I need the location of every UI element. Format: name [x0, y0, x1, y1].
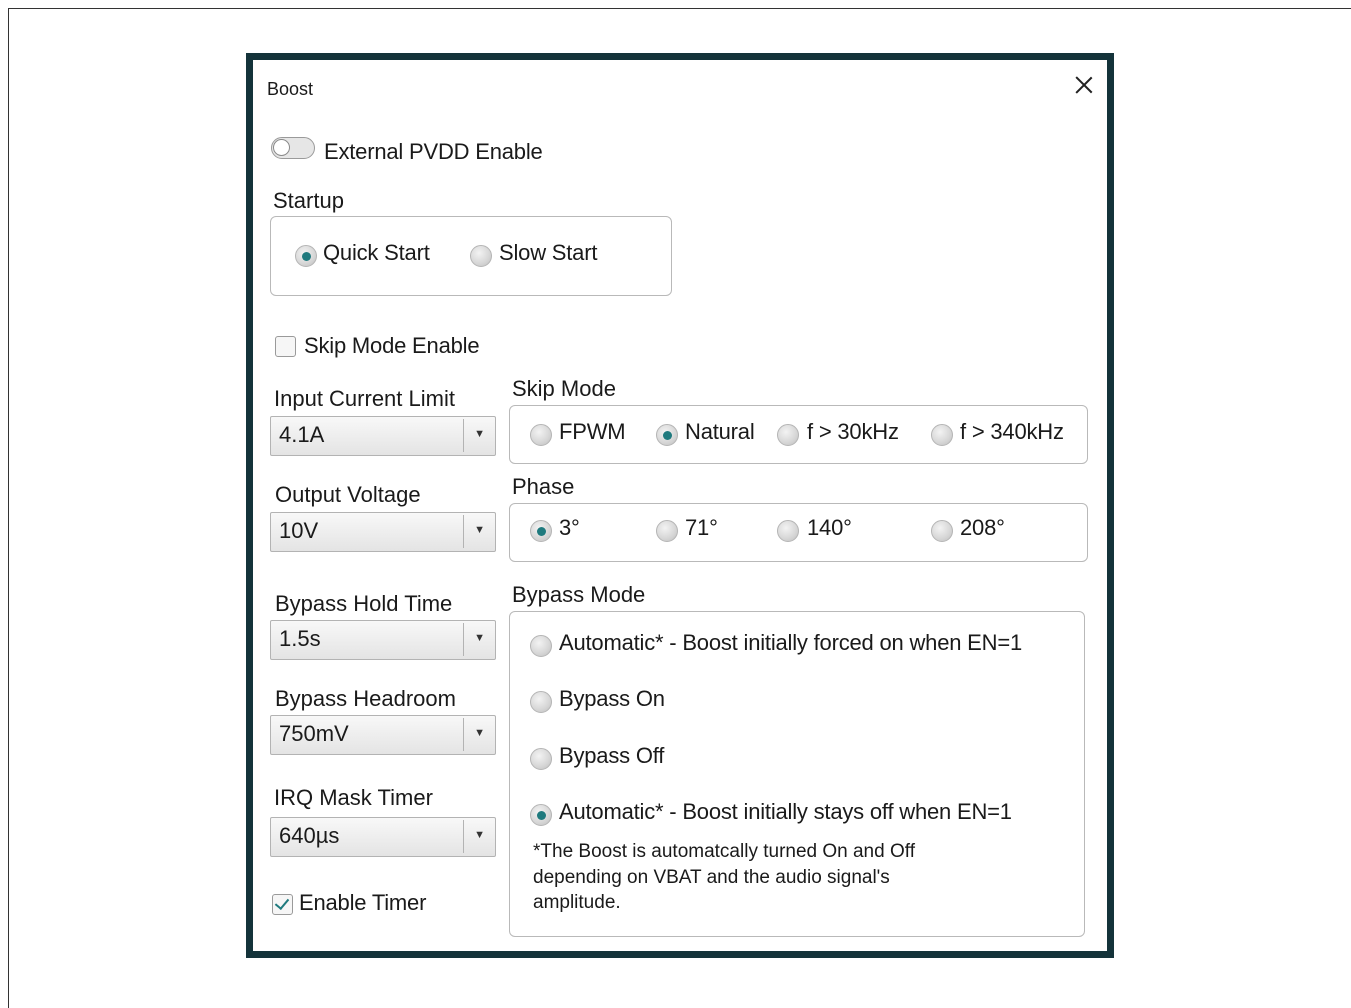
quick-start-label: Quick Start — [323, 240, 430, 265]
note-line: *The Boost is automatcally turned On and… — [533, 841, 915, 862]
slow-start-label: Slow Start — [499, 240, 598, 265]
select-divider — [463, 515, 464, 548]
phase-3-label: 3° — [559, 515, 580, 540]
bypass-auto-forced-on-radio[interactable] — [530, 635, 552, 657]
skip-mode-enable-checkbox[interactable] — [275, 336, 296, 357]
note-line: amplitude. — [533, 892, 621, 913]
select-divider — [463, 419, 464, 452]
close-icon[interactable] — [1071, 72, 1097, 98]
f-30khz-label: f > 30kHz — [807, 419, 899, 444]
bypass-hold-time-select[interactable]: 1.5s ▼ — [270, 620, 496, 660]
phase-heading: Phase — [512, 474, 575, 499]
skip-mode-enable-label: Skip Mode Enable — [304, 333, 480, 358]
quick-start-radio[interactable] — [295, 245, 317, 267]
phase-140-radio[interactable] — [777, 520, 799, 542]
bypass-off-radio[interactable] — [530, 748, 552, 770]
startup-heading: Startup — [273, 188, 344, 213]
input-current-limit-value: 4.1A — [279, 422, 325, 447]
startup-group: Quick Start Slow Start — [270, 216, 672, 296]
select-divider — [463, 820, 464, 853]
input-current-limit-select[interactable]: 4.1A ▼ — [270, 416, 496, 456]
chevron-down-icon[interactable]: ▼ — [474, 632, 485, 644]
bypass-on-label: Bypass On — [559, 686, 665, 711]
skip-mode-group: FPWM Natural f > 30kHz f > 340kHz — [509, 405, 1088, 464]
phase-group: 3° 71° 140° 208° — [509, 503, 1088, 562]
dialog-title: Boost — [267, 79, 314, 99]
bypass-mode-group: Automatic* - Boost initially forced on w… — [509, 611, 1085, 937]
bypass-headroom-label: Bypass Headroom — [275, 686, 456, 711]
chevron-down-icon[interactable]: ▼ — [474, 829, 485, 841]
toggle-knob — [273, 139, 290, 156]
bypass-auto-forced-on-label: Automatic* - Boost initially forced on w… — [559, 630, 1023, 655]
select-divider — [463, 718, 464, 751]
bypass-off-label: Bypass Off — [559, 743, 665, 768]
f-340khz-label: f > 340kHz — [960, 419, 1064, 444]
note-line: depending on VBAT and the audio signal's — [533, 866, 890, 888]
phase-208-radio[interactable] — [931, 520, 953, 542]
irq-mask-timer-label: IRQ Mask Timer — [274, 785, 433, 810]
chevron-down-icon[interactable]: ▼ — [474, 428, 485, 440]
natural-label: Natural — [685, 419, 755, 444]
phase-140-label: 140° — [807, 515, 852, 540]
natural-radio[interactable] — [656, 424, 678, 446]
bypass-on-radio[interactable] — [530, 691, 552, 713]
bypass-hold-time-label: Bypass Hold Time — [275, 591, 453, 616]
external-pvdd-label: External PVDD Enable — [324, 139, 543, 164]
phase-208-label: 208° — [960, 515, 1005, 540]
chevron-down-icon[interactable]: ▼ — [474, 524, 485, 536]
fpwm-radio[interactable] — [530, 424, 552, 446]
bypass-headroom-select[interactable]: 750mV ▼ — [270, 715, 496, 755]
phase-3-radio[interactable] — [530, 520, 552, 542]
slow-start-radio[interactable] — [470, 245, 492, 267]
output-voltage-label: Output Voltage — [275, 482, 421, 507]
bypass-auto-stays-off-label: Automatic* - Boost initially stays off w… — [559, 799, 1012, 824]
bypass-hold-time-value: 1.5s — [279, 626, 321, 651]
f-30khz-radio[interactable] — [777, 424, 799, 446]
boost-dialog: Boost External PVDD Enable Startup Quick… — [246, 53, 1114, 958]
enable-timer-label: Enable Timer — [299, 890, 427, 915]
f-340khz-radio[interactable] — [931, 424, 953, 446]
skip-mode-heading: Skip Mode — [512, 376, 616, 401]
bypass-auto-stays-off-radio[interactable] — [530, 804, 552, 826]
fpwm-label: FPWM — [559, 419, 626, 444]
output-voltage-value: 10V — [279, 518, 319, 543]
irq-mask-timer-select[interactable]: 640µs ▼ — [270, 817, 496, 857]
external-pvdd-toggle[interactable] — [271, 137, 315, 159]
checkmark-icon — [274, 894, 290, 911]
phase-71-label: 71° — [685, 515, 718, 540]
chevron-down-icon[interactable]: ▼ — [474, 727, 485, 739]
enable-timer-checkbox[interactable] — [272, 894, 293, 915]
bypass-mode-note: *The Boost is automatcally turned On and… — [533, 839, 915, 916]
phase-71-radio[interactable] — [656, 520, 678, 542]
bypass-mode-heading: Bypass Mode — [512, 582, 646, 607]
irq-mask-timer-value: 640µs — [279, 823, 340, 848]
bypass-headroom-value: 750mV — [279, 721, 349, 746]
select-divider — [463, 623, 464, 656]
input-current-limit-label: Input Current Limit — [274, 386, 455, 411]
output-voltage-select[interactable]: 10V ▼ — [270, 512, 496, 552]
